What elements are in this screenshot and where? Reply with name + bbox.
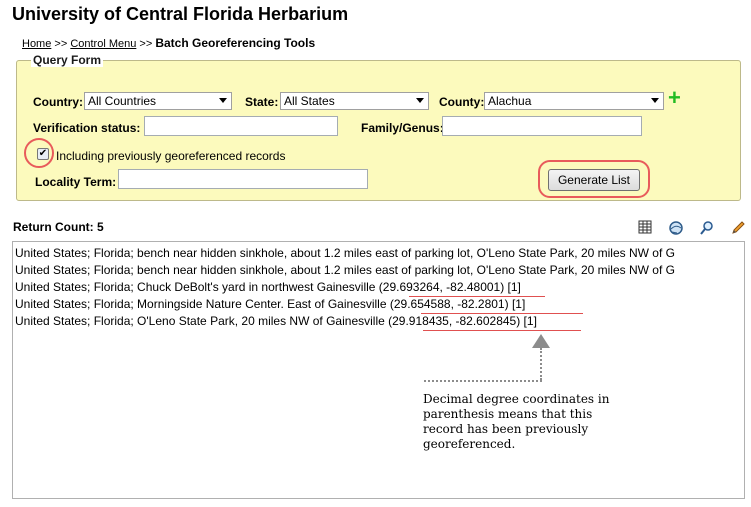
pencil-icon[interactable] [729,220,747,238]
page-title: University of Central Florida Herbarium [12,4,349,24]
breadcrumb: Home >> Control Menu >> Batch Georeferen… [22,36,315,50]
query-form-legend: Query Form [31,53,104,67]
country-select-value: All Countries [88,94,157,108]
county-select[interactable]: Alachua [484,92,664,110]
results-list[interactable]: United States; Florida; bench near hidde… [12,241,745,499]
breadcrumb-current: Batch Georeferencing Tools [155,36,316,50]
county-select-value: Alachua [488,94,532,108]
result-row[interactable]: United States; Florida; Chuck DeBolt's y… [15,279,521,296]
chevron-down-icon [416,98,424,103]
verification-status-label: Verification status: [33,121,141,135]
including-georeferenced-label: Including previously georeferenced recor… [56,149,286,163]
annotation-arrow-head [532,334,550,348]
breadcrumb-home-link[interactable]: Home [22,38,51,50]
result-row[interactable]: United States; Florida; bench near hidde… [15,262,675,279]
locality-term-label: Locality Term: [35,175,117,189]
including-georeferenced-checkbox[interactable]: ✔ [37,148,49,160]
globe-icon[interactable] [667,220,685,238]
result-row[interactable]: United States; Florida; bench near hidde… [15,245,675,262]
county-label: County: [439,95,485,109]
verification-status-input[interactable] [144,116,338,136]
breadcrumb-separator: >> [51,38,71,50]
coordinate-underline [423,330,581,331]
generate-list-button[interactable]: Generate List [548,169,640,191]
annotation-note: Decimal degree coordinates in parenthesi… [423,392,610,451]
state-select[interactable]: All States [280,92,429,110]
magnifier-icon[interactable] [698,220,716,238]
annotation-arrow-line [424,380,542,382]
family-genus-input[interactable] [442,116,642,136]
coordinate-underline [421,313,583,314]
country-label: Country: [33,95,83,109]
result-row[interactable]: United States; Florida; O'Leno State Par… [15,313,537,330]
table-icon[interactable] [636,220,654,238]
family-genus-label: Family/Genus: [361,121,444,135]
annotation-arrow-stem [540,348,542,380]
locality-term-input[interactable] [118,169,368,189]
return-count: Return Count: 5 [13,220,104,234]
coordinate-underline [409,296,545,297]
breadcrumb-control-menu-link[interactable]: Control Menu [70,38,136,50]
country-select[interactable]: All Countries [84,92,232,110]
result-row[interactable]: United States; Florida; Morningside Natu… [15,296,525,313]
breadcrumb-separator: >> [136,38,156,50]
chevron-down-icon [651,98,659,103]
state-label: State: [245,95,279,109]
add-county-plus-icon[interactable]: + [668,87,681,109]
chevron-down-icon [219,98,227,103]
state-select-value: All States [284,94,335,108]
